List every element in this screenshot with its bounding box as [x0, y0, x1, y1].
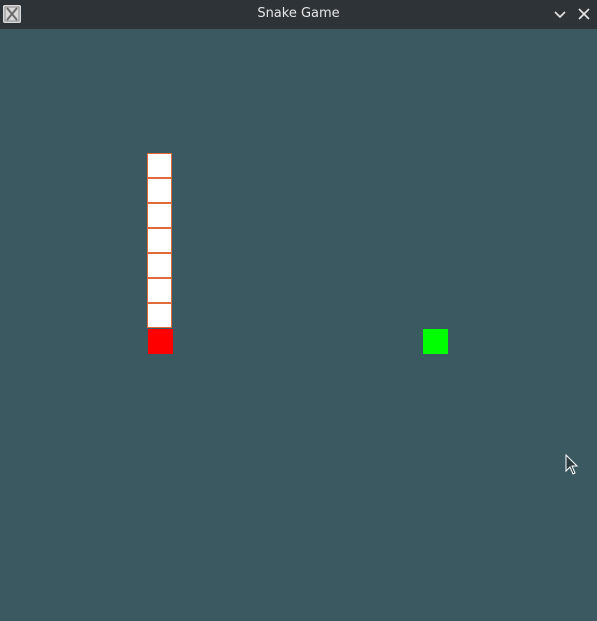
snake-body-segment — [147, 228, 172, 253]
snake-body-segment — [147, 153, 172, 178]
snake-body-segment — [147, 278, 172, 303]
window-title: Snake Game — [257, 6, 340, 21]
game-board[interactable] — [0, 29, 597, 621]
snake-body-segment — [147, 203, 172, 228]
window-titlebar: Snake Game — [0, 0, 597, 29]
mouse-cursor-icon — [565, 454, 579, 475]
snake-body-segment — [147, 253, 172, 278]
close-icon[interactable] — [576, 6, 592, 22]
minimize-icon[interactable] — [552, 6, 568, 22]
snake-body-segment — [147, 303, 172, 328]
snake-head — [148, 329, 173, 354]
food-item — [423, 329, 448, 354]
snake-body-segment — [147, 178, 172, 203]
